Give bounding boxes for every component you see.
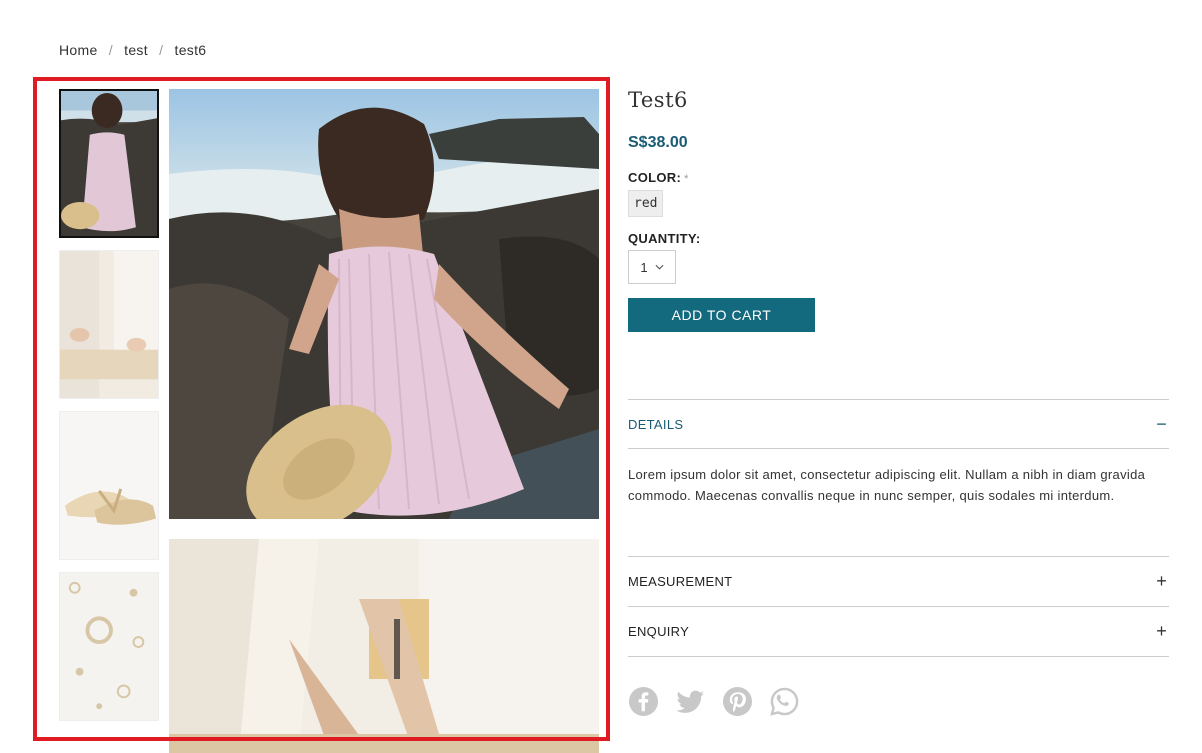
breadcrumb-separator: / [159,42,164,58]
add-to-cart-button[interactable]: ADD TO CART [628,298,815,332]
gallery-thumbnail-earrings[interactable] [59,572,159,721]
breadcrumb: Home / test / test6 [59,42,206,58]
chevron-down-icon [655,264,664,270]
gallery-thumbnail-sandals[interactable] [59,411,159,560]
main-product-image-hands-fabric[interactable] [169,539,599,753]
details-title: DETAILS [628,416,684,432]
quantity-label: QUANTITY: [628,231,701,246]
social-share [628,686,800,717]
product-title: Test6 [628,88,688,112]
color-label: COLOR: * [628,170,1169,185]
enquiry-toggle[interactable]: ENQUIRY + [628,606,1169,656]
breadcrumb-separator: / [108,42,113,58]
enquiry-section: ENQUIRY + [628,606,1169,657]
main-product-image-beach-dress[interactable] [169,89,599,519]
breadcrumb-category[interactable]: test [124,42,148,58]
minus-icon: − [1156,413,1167,434]
color-option-red[interactable]: red [628,190,664,217]
gallery-thumbnail-hands-fabric[interactable] [59,250,159,399]
facebook-icon[interactable] [628,686,659,717]
required-mark: * [684,173,689,185]
enquiry-title: ENQUIRY [628,624,690,639]
twitter-icon[interactable] [675,686,706,717]
breadcrumb-home[interactable]: Home [59,42,98,58]
details-toggle[interactable]: DETAILS − [628,399,1169,449]
plus-icon: + [1156,621,1167,641]
details-section: DETAILS − Lorem ipsum dolor sit amet, co… [628,399,1169,506]
measurement-title: MEASUREMENT [628,574,733,589]
quantity-value: 1 [640,259,648,275]
quantity-select[interactable]: 1 [628,250,676,284]
product-price: S$38.00 [628,134,688,151]
gallery-thumbnail-beach-dress[interactable] [59,89,159,238]
measurement-section: MEASUREMENT + [628,556,1169,606]
product-info: Test6 S$38.00 COLOR: * red QUANTITY: 1 AD… [628,88,1169,332]
measurement-toggle[interactable]: MEASUREMENT + [628,556,1169,606]
pinterest-icon[interactable] [722,686,753,717]
whatsapp-icon[interactable] [769,686,800,717]
plus-icon: + [1156,571,1167,591]
breadcrumb-current: test6 [174,42,207,58]
details-text: Lorem ipsum dolor sit amet, consectetur … [628,467,1146,503]
color-label-text: COLOR: [628,170,682,185]
